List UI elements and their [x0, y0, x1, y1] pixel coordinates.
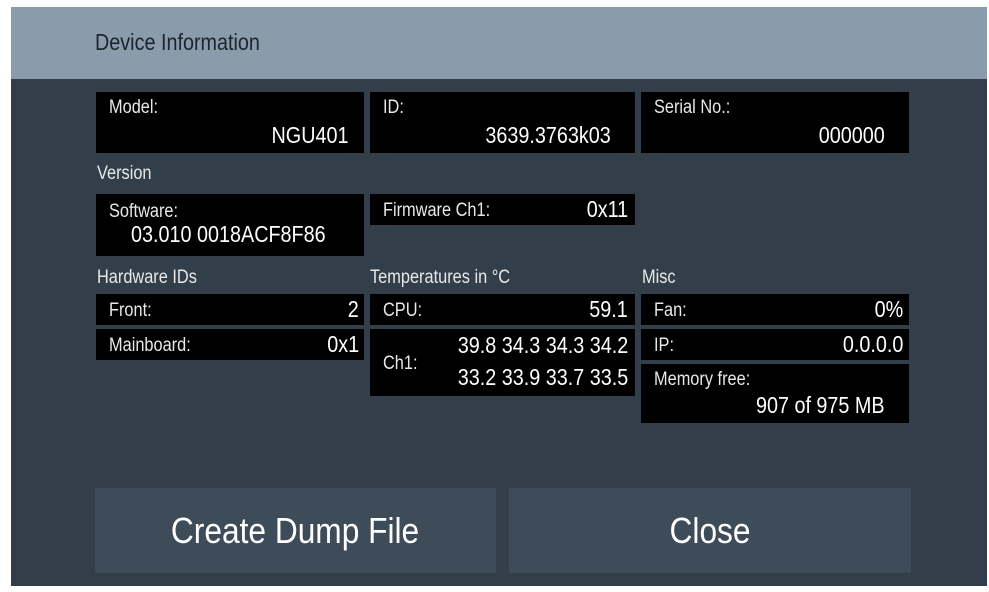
ip-value: 0.0.0.0 — [842, 331, 903, 357]
fan-value: 0% — [874, 296, 903, 322]
front-label: Front: — [109, 300, 152, 321]
misc-heading: Misc — [642, 267, 676, 288]
temperatures-heading: Temperatures in °C — [370, 267, 511, 288]
software-box: Software: 03.010 0018ACF8F86 — [96, 194, 364, 256]
fan-label: Fan: — [654, 300, 687, 321]
ch1-temperatures-row2: 33.2 33.9 33.7 33.5 — [457, 364, 628, 390]
mainboard-value: 0x1 — [327, 331, 359, 357]
firmware-label: Firmware Ch1: — [383, 200, 491, 221]
memory-label: Memory free: — [654, 369, 751, 390]
close-button[interactable]: Close — [509, 488, 911, 573]
create-dump-file-button[interactable]: Create Dump File — [95, 488, 496, 573]
hardware-heading: Hardware IDs — [97, 267, 197, 288]
device-information-dialog: Device Information Model: NGU401 ID: 363… — [11, 7, 987, 586]
model-box: Model: NGU401 — [96, 92, 364, 153]
mainboard-label: Mainboard: — [109, 335, 191, 356]
ch1-temperatures-row1: 39.8 34.3 34.3 34.2 — [457, 332, 628, 358]
mainboard-id-box: Mainboard: 0x1 — [96, 329, 364, 360]
ch1-label: Ch1: — [383, 353, 418, 374]
ip-box: IP: 0.0.0.0 — [641, 329, 909, 360]
software-value: 03.010 0018ACF8F86 — [131, 221, 326, 247]
firmware-box: Firmware Ch1: 0x11 — [370, 194, 635, 225]
dialog-title: Device Information — [95, 29, 260, 55]
memory-box: Memory free: 907 of 975 MB — [641, 364, 909, 423]
model-label: Model: — [109, 97, 159, 118]
cpu-temperature-box: CPU: 59.1 — [370, 294, 635, 325]
software-label: Software: — [109, 201, 179, 222]
id-value: 3639.3763k03 — [485, 122, 611, 148]
model-value: NGU401 — [271, 122, 348, 148]
dialog-titlebar: Device Information — [11, 7, 987, 79]
cpu-value: 59.1 — [589, 296, 628, 322]
serial-label: Serial No.: — [654, 97, 731, 118]
version-heading: Version — [97, 163, 152, 184]
firmware-value: 0x11 — [586, 196, 628, 222]
serial-value: 000000 — [818, 122, 885, 148]
ch1-temperature-box: Ch1: 39.8 34.3 34.3 34.2 33.2 33.9 33.7 … — [370, 329, 635, 396]
ip-label: IP: — [654, 335, 674, 356]
serial-box: Serial No.: 000000 — [641, 92, 909, 153]
fan-box: Fan: 0% — [641, 294, 909, 325]
cpu-label: CPU: — [383, 300, 423, 321]
front-id-box: Front: 2 — [96, 294, 364, 325]
front-value: 2 — [347, 296, 359, 322]
memory-value: 907 of 975 MB — [756, 392, 885, 418]
create-dump-file-label: Create Dump File — [171, 509, 420, 551]
close-label: Close — [669, 509, 751, 551]
id-box: ID: 3639.3763k03 — [370, 92, 635, 153]
id-label: ID: — [383, 97, 404, 118]
